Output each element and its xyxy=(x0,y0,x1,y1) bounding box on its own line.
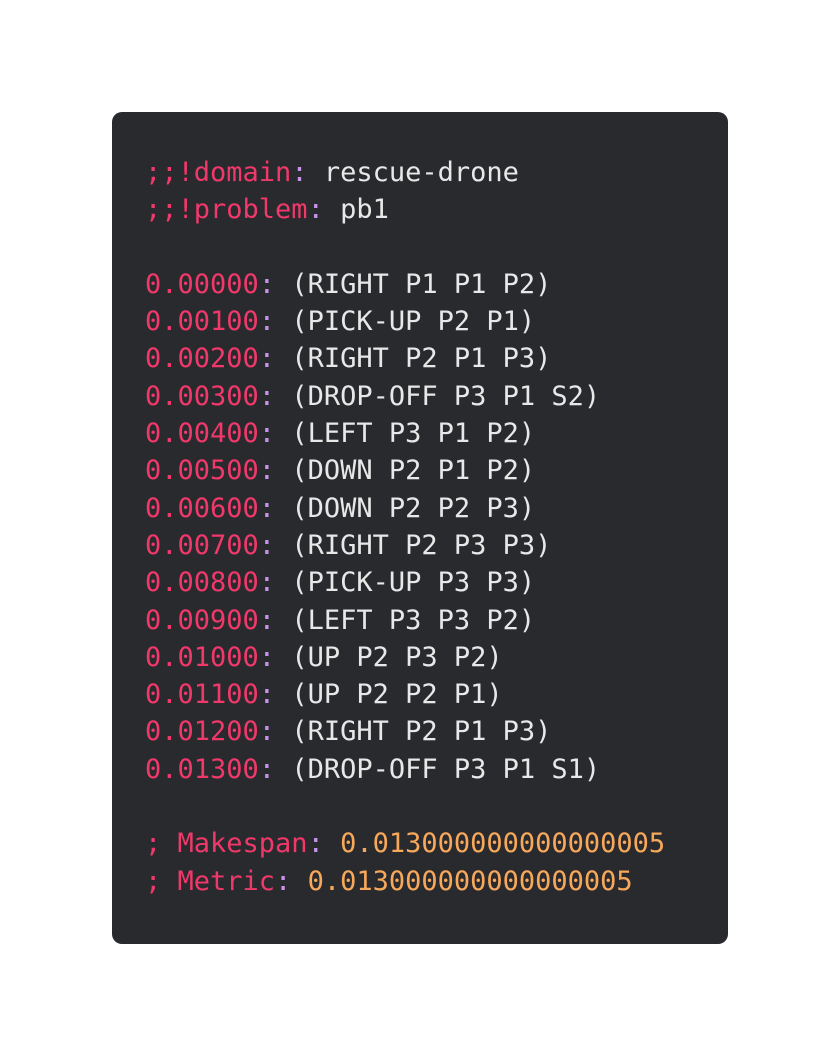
step-time: 0.00600 xyxy=(145,492,259,524)
colon: : xyxy=(258,455,292,487)
colon: : xyxy=(307,194,341,226)
colon: : xyxy=(307,828,341,860)
plan-step-line: 0.00200: (RIGHT P2 P1 P3) xyxy=(145,340,728,377)
step-action: (DROP-OFF P3 P1 S2) xyxy=(291,380,601,412)
step-action: (LEFT P3 P1 P2) xyxy=(291,418,536,450)
step-time: 0.00400 xyxy=(145,418,259,450)
step-action: (DOWN P2 P1 P2) xyxy=(291,455,536,487)
plan-step-line: 0.00900: (LEFT P3 P3 P2) xyxy=(145,602,728,639)
colon: : xyxy=(258,753,292,785)
colon: : xyxy=(258,641,292,673)
step-action: (RIGHT P2 P3 P3) xyxy=(291,529,552,561)
footer-value: 0.013000000000000005 xyxy=(340,828,666,860)
header-value: pb1 xyxy=(340,194,389,226)
step-action: (LEFT P3 P3 P2) xyxy=(291,604,536,636)
header-key: ;;!domain xyxy=(145,157,292,188)
footer-line-metric: ; Metric: 0.013000000000000005 xyxy=(145,863,728,900)
colon: : xyxy=(258,716,292,748)
plan-step-line: 0.00600: (DOWN P2 P2 P3) xyxy=(145,490,728,527)
plan-step-line: 0.00300: (DROP-OFF P3 P1 S2) xyxy=(145,378,728,415)
colon: : xyxy=(258,529,292,561)
header-line-problem: ;;!problem: pb1 xyxy=(145,191,728,228)
plan-step-line: 0.00800: (PICK-UP P3 P3) xyxy=(145,564,728,601)
colon: : xyxy=(258,567,292,599)
colon: : xyxy=(258,306,292,338)
step-action: (PICK-UP P3 P3) xyxy=(291,567,536,599)
footer-key: ; Metric xyxy=(145,865,276,897)
colon: : xyxy=(258,343,292,375)
step-time: 0.00900 xyxy=(145,604,259,636)
step-time: 0.01300 xyxy=(145,753,259,785)
plan-step-line: 0.00700: (RIGHT P2 P3 P3) xyxy=(145,527,728,564)
step-time: 0.00500 xyxy=(145,455,259,487)
plan-step-line: 0.00000: (RIGHT P1 P1 P2) xyxy=(145,266,728,303)
colon: : xyxy=(258,604,292,636)
header-key: ;;!problem xyxy=(145,194,308,226)
step-time: 0.00200 xyxy=(145,343,259,375)
plan-step-line: 0.01300: (DROP-OFF P3 P1 S1) xyxy=(145,751,728,788)
header-value: rescue-drone xyxy=(323,157,519,188)
step-action: (UP P2 P3 P2) xyxy=(291,641,503,673)
step-time: 0.00800 xyxy=(145,567,259,599)
colon: : xyxy=(258,492,292,524)
footer-key: ; Makespan xyxy=(145,828,308,860)
plan-step-line: 0.00400: (LEFT P3 P1 P2) xyxy=(145,415,728,452)
plan-steps: 0.00000: (RIGHT P1 P1 P2) 0.00100: (PICK-… xyxy=(145,266,728,788)
plan-step-line: 0.01100: (UP P2 P2 P1) xyxy=(145,676,728,713)
step-time: 0.00700 xyxy=(145,529,259,561)
step-action: (UP P2 P2 P1) xyxy=(291,679,503,711)
code-block: ;;!domain: rescue-drone ;;!problem: pb1 … xyxy=(112,112,728,944)
step-action: (DROP-OFF P3 P1 S1) xyxy=(291,753,601,785)
step-action: (PICK-UP P2 P1) xyxy=(291,306,536,338)
plan-step-line: 0.01000: (UP P2 P3 P2) xyxy=(145,639,728,676)
plan-step-line: 0.01200: (RIGHT P2 P1 P3) xyxy=(145,713,728,750)
step-action: (RIGHT P2 P1 P3) xyxy=(291,716,552,748)
plan-step-line: 0.00500: (DOWN P2 P1 P2) xyxy=(145,452,728,489)
step-action: (RIGHT P1 P1 P2) xyxy=(291,268,552,300)
colon: : xyxy=(258,679,292,711)
step-time: 0.01200 xyxy=(145,716,259,748)
colon: : xyxy=(275,865,308,897)
step-action: (DOWN P2 P2 P3) xyxy=(291,492,536,524)
colon: : xyxy=(258,268,292,300)
step-time: 0.00300 xyxy=(145,380,259,412)
step-time: 0.01100 xyxy=(145,679,259,711)
header-line-domain: ;;!domain: rescue-drone xyxy=(145,154,728,191)
plan-step-line: 0.00100: (PICK-UP P2 P1) xyxy=(145,303,728,340)
colon: : xyxy=(258,418,292,450)
footer-value: 0.013000000000000005 xyxy=(307,865,633,897)
colon: : xyxy=(258,380,292,412)
step-time: 0.00100 xyxy=(145,306,259,338)
step-time: 0.01000 xyxy=(145,641,259,673)
footer-line-makespan: ; Makespan: 0.013000000000000005 xyxy=(145,825,728,862)
step-time: 0.00000 xyxy=(145,268,259,300)
step-action: (RIGHT P2 P1 P3) xyxy=(291,343,552,375)
colon: : xyxy=(291,157,324,188)
